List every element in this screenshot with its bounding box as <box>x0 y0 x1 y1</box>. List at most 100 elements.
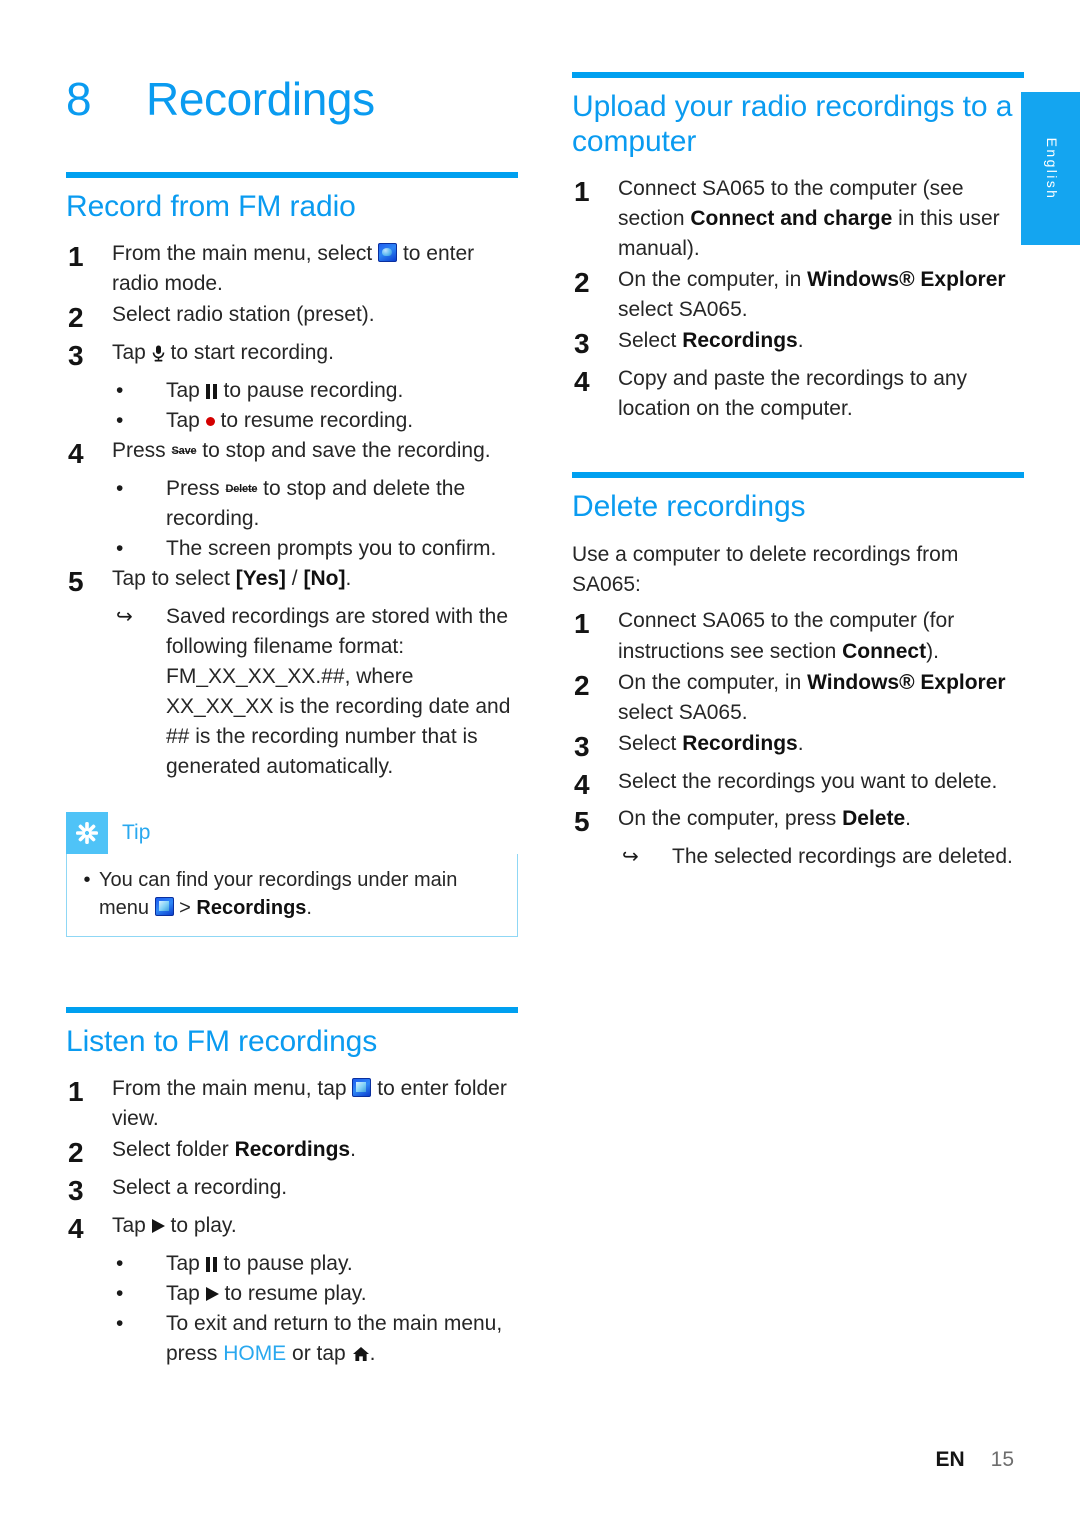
page-footer: EN 15 <box>0 1448 1014 1472</box>
step-item: 2 Select folder Recordings. <box>66 1135 518 1172</box>
section-heading-delete: Delete recordings <box>572 489 806 523</box>
folder-name: Recordings <box>682 731 798 755</box>
no-option: [No] <box>303 566 346 590</box>
yes-option: [Yes] <box>235 566 286 590</box>
step-number: 1 <box>68 1075 84 1107</box>
result-arrow-icon <box>112 602 166 632</box>
step-text-after: . <box>797 731 804 755</box>
step-number: 2 <box>68 1136 84 1168</box>
delete-key-icon: Delete <box>225 482 258 495</box>
step-text-before: Select <box>618 328 683 352</box>
step-text: On the computer, in Windows® Explorer se… <box>618 668 1024 728</box>
record-fm-steps: 1 From the main menu, select to enter ra… <box>66 239 518 782</box>
step-text: Connect SA065 to the computer (see secti… <box>618 174 1024 264</box>
sub-bullet-text: Tap to resume play. <box>166 1279 518 1309</box>
step-number: 2 <box>68 301 84 333</box>
sub-text-after: to resume play. <box>218 1281 367 1305</box>
step-text-after: to play. <box>164 1213 237 1237</box>
home-icon <box>352 1341 370 1361</box>
step-item: 5 On the computer, press Delete. <box>572 804 1024 841</box>
step-number: 5 <box>574 806 590 838</box>
sub-text-after: to pause recording. <box>217 378 404 402</box>
tip-content: You can find your recordings under main … <box>66 853 518 937</box>
sub-text-before: Tap <box>166 408 206 432</box>
sub-bullet-text: Tap to pause play. <box>166 1249 518 1279</box>
section-ref: Connect <box>842 639 927 663</box>
sub-bullet-text: Tap to resume recording. <box>166 406 518 436</box>
sub-text-after: to resume recording. <box>214 408 414 432</box>
step-number: 3 <box>574 327 590 359</box>
section-rule <box>572 471 1024 478</box>
step-item: 4 Tap to play. <box>66 1211 518 1248</box>
step-text-before: Press <box>112 438 172 462</box>
step-text-before: On the computer, in <box>618 267 808 291</box>
step-text: On the computer, press Delete. <box>618 804 1024 834</box>
section-ref: Connect and charge <box>690 206 893 230</box>
step-number: 4 <box>574 768 590 800</box>
step-text: Select a recording. <box>112 1175 288 1199</box>
record-dot-icon <box>205 416 215 426</box>
folder-icon <box>154 896 174 916</box>
app-name: Windows® Explorer <box>807 267 1006 291</box>
sub-text-after: . <box>369 1341 376 1365</box>
save-key-icon: Save <box>171 444 197 457</box>
step-text: Select folder Recordings. <box>112 1135 518 1165</box>
step-text: From the main menu, tap to enter folder … <box>112 1074 518 1134</box>
bullet-icon <box>112 474 166 504</box>
tip-box: Tip You can find your recordings under m… <box>66 811 518 937</box>
home-key-label: HOME <box>223 1341 287 1365</box>
chapter-title-text: Recordings <box>146 73 375 125</box>
step-text-after: select SA065. <box>618 700 748 724</box>
step-number: 2 <box>574 669 590 701</box>
step-text-after: to stop and save the recording. <box>196 438 491 462</box>
step-text: Select the recordings you want to delete… <box>618 769 998 793</box>
sub-bullet-item: Tap to resume play. <box>112 1279 518 1309</box>
step-item: 4 Select the recordings you want to dele… <box>572 767 1024 804</box>
listen-fm-steps: 1 From the main menu, tap to enter folde… <box>66 1074 518 1369</box>
step-number: 4 <box>68 437 84 469</box>
footer-page-number: 15 <box>990 1448 1014 1471</box>
footer-language-code: EN <box>935 1448 965 1471</box>
manual-page: 8 Recordings Record from FM radio 1 From… <box>0 0 1080 1527</box>
step-text-before: On the computer, in <box>618 670 808 694</box>
step-text-before: Tap <box>112 1213 152 1237</box>
bullet-icon <box>112 406 166 436</box>
language-tab-label: English <box>1044 137 1060 200</box>
step-text-before: Tap <box>112 340 152 364</box>
radio-icon <box>378 242 398 262</box>
step-item: 3 Select a recording. <box>66 1173 518 1210</box>
step-number: 4 <box>68 1212 84 1244</box>
step-text-after: . <box>797 328 804 352</box>
step-item: 3 Select Recordings. <box>572 326 1024 363</box>
bullet-icon <box>112 376 166 406</box>
folder-name: Recordings <box>682 328 798 352</box>
sub-bullet-text: To exit and return to the main menu, pre… <box>166 1309 518 1369</box>
sub-result-text: The selected recordings are deleted. <box>672 845 1013 869</box>
step-text: Tap to select [Yes] / [No]. <box>112 564 518 594</box>
section-rule <box>66 172 518 178</box>
step-text-after: to start recording. <box>164 340 334 364</box>
language-tab: English <box>1021 92 1080 245</box>
section-heading-upload: Upload your radio recordings to a comput… <box>572 90 1013 158</box>
step-text-after: ). <box>926 639 939 663</box>
step-number: 3 <box>68 339 84 371</box>
chapter-title: 8 Recordings <box>66 0 518 126</box>
upload-steps: 1 Connect SA065 to the computer (see sec… <box>572 174 1024 424</box>
play-icon <box>205 1286 219 1301</box>
bullet-icon <box>112 1249 166 1279</box>
option-separator: / <box>285 566 304 590</box>
sub-bullet-text: Tap to pause recording. <box>166 376 518 406</box>
step-item: 3 Select Recordings. <box>572 729 1024 766</box>
right-column: Upload your radio recordings to a comput… <box>572 0 1024 872</box>
step-text-after: . <box>345 566 352 590</box>
section-heading-listen-fm: Listen to FM recordings <box>66 1024 378 1058</box>
step-text: Select Recordings. <box>618 326 1024 356</box>
step-text-before: Select <box>618 731 683 755</box>
sub-bullet-item: The screen prompts you to confirm. <box>112 534 518 564</box>
play-icon <box>151 1218 165 1233</box>
step-number: 3 <box>68 1174 84 1206</box>
step-number: 5 <box>68 565 84 597</box>
sub-text-after: to pause play. <box>217 1251 353 1275</box>
step-text: Press Save to stop and save the recordin… <box>112 436 518 466</box>
sub-result-item: Saved recordings are stored with the fol… <box>112 602 518 782</box>
